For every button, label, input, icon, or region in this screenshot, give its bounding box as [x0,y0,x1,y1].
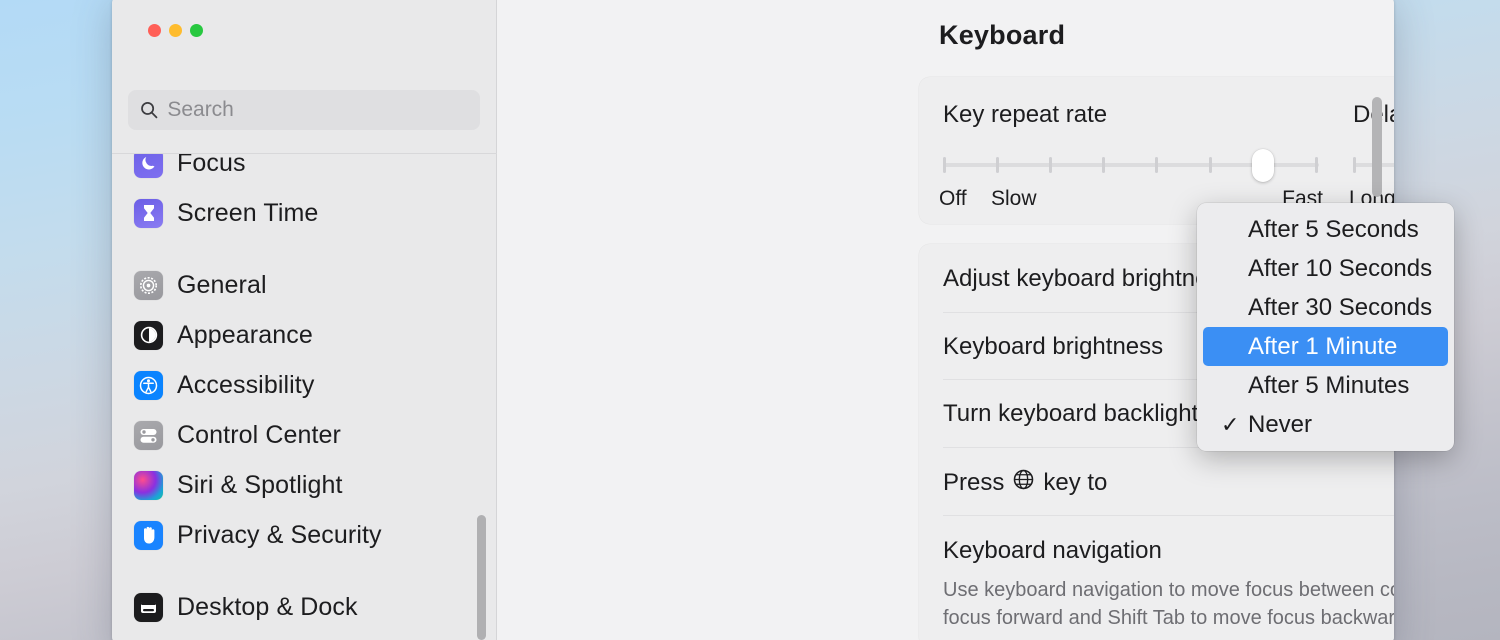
minimize-button[interactable] [169,24,182,37]
zoom-button[interactable] [190,24,203,37]
press-key-prefix: Press [943,469,1004,497]
sliders-icon [134,421,163,450]
sidebar-item-label: General [177,271,267,300]
slider-tick [1353,157,1356,173]
slider-tick [1155,157,1158,173]
sidebar-item-label: Siri & Spotlight [177,471,343,500]
sidebar-item-label: Screen Time [177,199,318,228]
sidebar-item-desktop-dock[interactable]: Desktop & Dock [112,582,497,632]
close-button[interactable] [148,24,161,37]
sidebar-item-focus[interactable]: Focus [112,154,497,188]
slider-tick [1102,157,1105,173]
page-title: Keyboard [939,20,1065,51]
row-press-globe-key[interactable]: Press key to Show Emoji & Symbols [919,447,1394,515]
siri-orb-icon [134,471,163,500]
sidebar-item-screen-time[interactable]: Screen Time [112,188,497,238]
moon-icon [134,154,163,178]
menu-item-after-5-seconds[interactable]: After 5 Seconds [1203,210,1448,249]
sidebar-scroll-area[interactable]: Focus Screen Time [112,154,497,640]
key-repeat-card: Key repeat rate Off Slow Fast [919,77,1394,224]
sidebar-item-label: Appearance [177,321,313,350]
row-label: Press key to [943,468,1107,498]
sidebar-group-gap [112,560,497,582]
menu-item-label: After 1 Minute [1248,333,1397,361]
sidebar-item-label: Control Center [177,421,341,450]
slider-tick [1049,157,1052,173]
search-input[interactable] [167,98,468,122]
hand-icon [134,521,163,550]
scale-label-slow: Slow [991,187,1037,211]
sidebar-item-control-center[interactable]: Control Center [112,410,497,460]
slider-tick [1315,157,1318,173]
contrast-circle-icon [134,321,163,350]
sidebar-item-label: Focus [177,154,246,178]
menu-item-label: Never [1248,411,1312,439]
main-scrollbar-thumb[interactable] [1372,97,1382,197]
key-repeat-rate-thumb[interactable] [1252,149,1274,182]
menu-item-after-10-seconds[interactable]: After 10 Seconds [1203,249,1448,288]
sidebar: Focus Screen Time [112,0,497,640]
menu-item-never[interactable]: ✓ Never [1203,405,1448,444]
row-label: Keyboard navigation [943,537,1162,565]
sidebar-item-appearance[interactable]: Appearance [112,310,497,360]
menu-item-label: After 5 Minutes [1248,372,1409,400]
hourglass-icon [134,199,163,228]
search-field[interactable] [128,90,480,130]
accessibility-person-icon [134,371,163,400]
sidebar-item-general[interactable]: General [112,260,497,310]
sidebar-item-label: Desktop & Dock [177,593,358,622]
sidebar-item-privacy-security[interactable]: Privacy & Security [112,510,497,560]
menu-item-label: After 30 Seconds [1248,294,1432,322]
menu-item-label: After 5 Seconds [1248,216,1419,244]
key-repeat-rate-block: Key repeat rate Off Slow Fast [943,101,1319,213]
globe-icon [1012,468,1035,498]
menu-item-after-5-minutes[interactable]: After 5 Minutes [1203,366,1448,405]
key-repeat-rate-slider[interactable] [943,155,1319,175]
slider-tick [1209,157,1212,173]
menu-item-label: After 10 Seconds [1248,255,1432,283]
gear-icon [134,271,163,300]
sidebar-group-gap [112,238,497,260]
sidebar-item-label: Privacy & Security [177,521,382,550]
checkmark-icon: ✓ [1221,412,1239,438]
slider-tick [996,157,999,173]
scale-label-off: Off [939,187,967,211]
menu-item-after-1-minute[interactable]: After 1 Minute [1203,327,1448,366]
press-key-suffix: key to [1043,469,1107,497]
sidebar-item-accessibility[interactable]: Accessibility [112,360,497,410]
sidebar-scrollbar-thumb[interactable] [477,515,486,640]
row-label: Keyboard brightness [943,333,1163,361]
keyboard-navigation-description: Use keyboard navigation to move focus be… [943,577,1394,632]
sidebar-item-label: Accessibility [177,371,314,400]
key-repeat-rate-label: Key repeat rate [943,101,1319,129]
inactivity-dropdown-menu[interactable]: After 5 Seconds After 10 Seconds After 3… [1197,203,1454,451]
search-icon [140,100,158,120]
slider-tick [943,157,946,173]
sidebar-item-siri-spotlight[interactable]: Siri & Spotlight [112,460,497,510]
row-keyboard-navigation[interactable]: Keyboard navigation Use keyboard navigat… [919,515,1394,640]
desktop-window-icon [134,593,163,622]
menu-item-after-30-seconds[interactable]: After 30 Seconds [1203,288,1448,327]
traffic-lights [148,24,203,37]
